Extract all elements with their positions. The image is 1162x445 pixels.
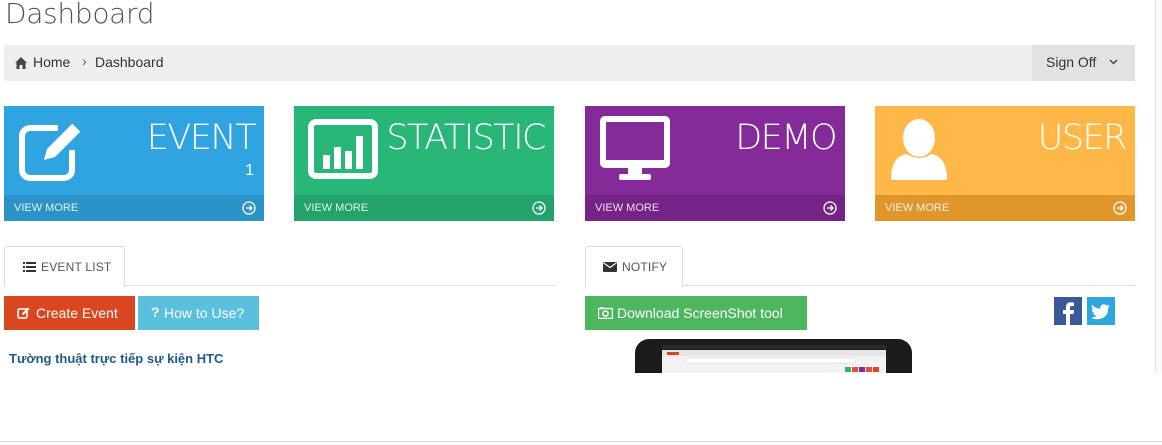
- question-icon: ?: [151, 304, 160, 320]
- breadcrumb-current: Dashboard: [95, 54, 164, 70]
- tile-footer[interactable]: VIEW MORE: [875, 195, 1135, 221]
- create-event-button[interactable]: Create Event: [4, 296, 135, 330]
- arrow-circle-right-icon: [823, 201, 837, 215]
- event-count: 1: [245, 162, 254, 179]
- breadcrumb-separator: ›: [82, 53, 87, 69]
- view-more-link[interactable]: VIEW MORE: [304, 202, 368, 214]
- sign-off-dropdown[interactable]: Sign Off: [1032, 45, 1135, 81]
- how-to-use-button[interactable]: ? How to Use?: [138, 296, 259, 330]
- page-title: Dashboard: [5, 0, 155, 30]
- envelope-icon: [603, 262, 617, 272]
- tile-user[interactable]: USER VIEW MORE: [875, 106, 1135, 221]
- tile-title: DEMO: [735, 118, 837, 158]
- view-more-link[interactable]: VIEW MORE: [595, 202, 659, 214]
- tile-title: EVENT: [146, 118, 257, 158]
- facebook-icon[interactable]: [1054, 297, 1082, 325]
- tab-event-list[interactable]: EVENT LIST: [4, 246, 125, 287]
- button-label: Download ScreenShot tool: [617, 305, 783, 321]
- tablet-screenshot: [662, 345, 886, 373]
- edit-icon: [17, 307, 30, 319]
- breadcrumb: Home › Dashboard Sign Off: [4, 45, 1135, 81]
- bar-chart-icon: [308, 119, 378, 179]
- tile-event[interactable]: EVENT 1 VIEW MORE: [4, 106, 264, 221]
- breadcrumb-home-link[interactable]: Home: [33, 54, 70, 70]
- view-more-link[interactable]: VIEW MORE: [14, 202, 78, 214]
- desktop-icon: [600, 116, 670, 180]
- arrow-circle-right-icon: [532, 201, 546, 215]
- tab-label: NOTIFY: [622, 260, 668, 274]
- download-screenshot-tool-button[interactable]: Download ScreenShot tool: [585, 296, 807, 330]
- tab-label: EVENT LIST: [41, 260, 112, 274]
- tile-title: USER: [1037, 118, 1128, 158]
- tile-footer[interactable]: VIEW MORE: [294, 195, 554, 221]
- page-bottom-divider: [0, 441, 1162, 442]
- tile-footer[interactable]: VIEW MORE: [4, 195, 264, 221]
- event-list-item[interactable]: Tường thuật trực tiếp sự kiện HTC: [9, 351, 223, 366]
- home-icon: [15, 57, 27, 69]
- camera-icon: [598, 307, 613, 319]
- button-label: Create Event: [36, 305, 118, 321]
- user-icon: [891, 119, 947, 180]
- chevron-down-icon: [1109, 59, 1118, 65]
- tile-footer[interactable]: VIEW MORE: [585, 195, 845, 221]
- view-more-link[interactable]: VIEW MORE: [885, 202, 949, 214]
- tab-notify[interactable]: NOTIFY: [585, 246, 683, 287]
- button-label: How to Use?: [164, 305, 245, 321]
- sign-off-label: Sign Off: [1046, 54, 1097, 70]
- list-icon: [23, 262, 36, 272]
- tile-demo[interactable]: DEMO VIEW MORE: [585, 106, 845, 221]
- twitter-icon[interactable]: [1087, 297, 1115, 325]
- tablet-preview-image: [635, 339, 912, 373]
- scrollbar-track[interactable]: [1155, 0, 1162, 372]
- edit-icon: [19, 116, 86, 181]
- tile-title: STATISTIC: [386, 118, 546, 158]
- tile-statistic[interactable]: STATISTIC VIEW MORE: [294, 106, 554, 221]
- arrow-circle-right-icon: [1113, 201, 1127, 215]
- arrow-circle-right-icon: [242, 201, 256, 215]
